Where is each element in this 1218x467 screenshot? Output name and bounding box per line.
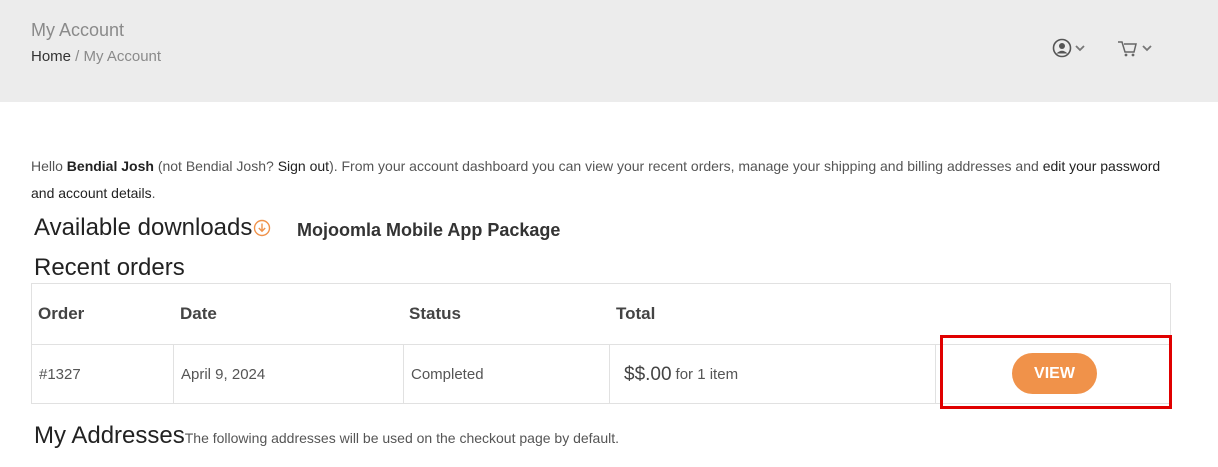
order-number: #1327: [39, 366, 81, 383]
column-header-date: Date: [180, 304, 217, 323]
download-circle-icon: [254, 219, 271, 237]
sign-out-link[interactable]: Sign out: [278, 158, 329, 174]
chevron-down-icon: [1142, 45, 1152, 52]
page-header: My Account Home / My Account: [0, 0, 1218, 102]
page-title: My Account: [31, 20, 125, 40]
intro-hello: Hello: [31, 158, 67, 174]
addresses-subtitle: The following addresses will be used on …: [184, 430, 620, 446]
column-header-status: Status: [409, 304, 461, 323]
order-number-cell: #1327: [32, 345, 174, 404]
cart-menu-button[interactable]: [1117, 38, 1152, 58]
column-header-total: Total: [616, 304, 656, 323]
my-addresses-heading: My Addresses The following addresses will…: [34, 422, 619, 450]
order-status-cell: Completed: [404, 345, 610, 404]
column-header-order: Order: [38, 304, 85, 323]
order-total-cell: $$.00 for 1 item: [610, 345, 936, 404]
account-menu-button[interactable]: [1052, 38, 1085, 58]
breadcrumb-separator: /: [71, 48, 84, 65]
chevron-down-icon: [1075, 45, 1085, 52]
order-date: April 9, 2024: [181, 366, 266, 383]
order-total-amount: $$.00: [624, 363, 672, 385]
cart-icon: [1118, 41, 1137, 57]
order-status: Completed: [411, 366, 484, 383]
order-date-cell: April 9, 2024: [174, 345, 404, 404]
highlight-box: [940, 335, 1172, 409]
downloads-heading: Available downloads: [34, 214, 271, 242]
intro-mid-text: ). From your account dashboard you can v…: [329, 158, 1043, 174]
download-package-link[interactable]: Mojoomla Mobile App Package: [297, 220, 560, 241]
intro-end: .: [151, 185, 156, 201]
breadcrumb-home-link[interactable]: Home: [31, 48, 71, 65]
intro-not-prefix: (not Bendial Josh?: [153, 158, 278, 174]
user-icon: [1052, 38, 1072, 58]
welcome-message: Hello Bendial Josh (not Bendial Josh? Si…: [31, 153, 1171, 207]
recent-orders-heading: Recent orders: [34, 254, 185, 281]
addresses-heading-text: My Addresses: [34, 422, 185, 449]
order-item-count: for 1 item: [675, 366, 739, 383]
breadcrumb-current: My Account: [83, 48, 162, 65]
downloads-heading-text: Available downloads: [34, 214, 253, 241]
breadcrumb: Home / My Account: [31, 48, 161, 65]
user-name: Bendial Josh: [66, 158, 154, 174]
